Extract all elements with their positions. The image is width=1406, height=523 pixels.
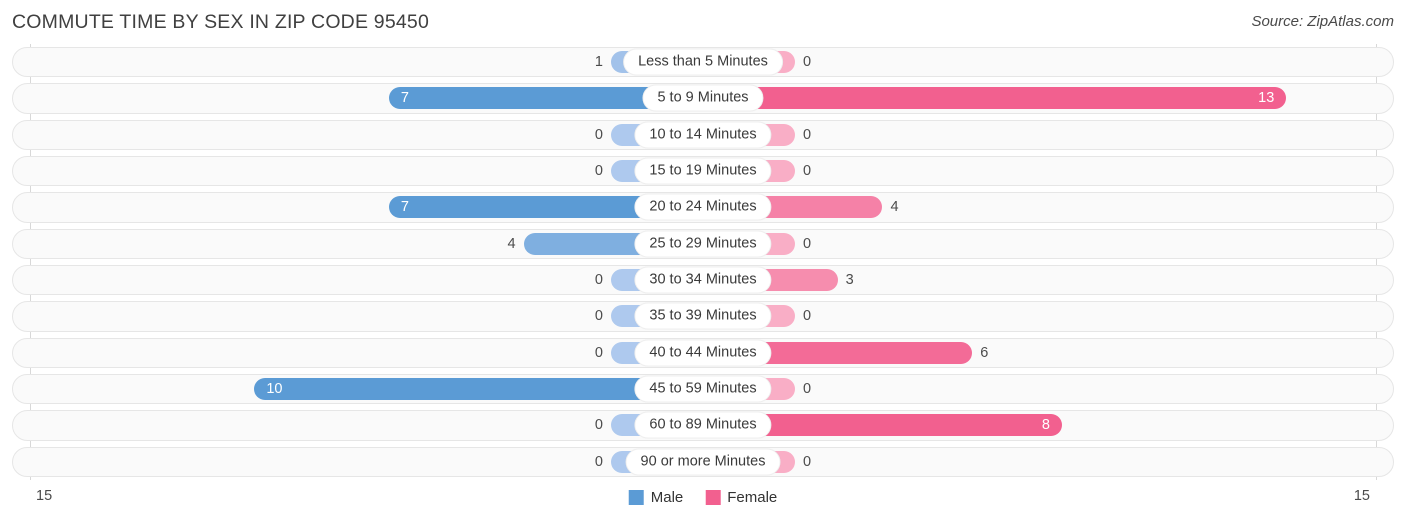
bar-value-male: 0	[594, 308, 603, 325]
bar-value-female: 0	[803, 54, 812, 71]
source-attribution: Source: ZipAtlas.com	[1251, 13, 1394, 30]
bar-row[interactable]: 10 0 45 to 59 Minutes	[0, 371, 1406, 407]
bar-value-male: 0	[594, 344, 603, 361]
bar-row[interactable]: 0 0 35 to 39 Minutes	[0, 298, 1406, 334]
chart-footer: 15 15 Male Female	[0, 480, 1406, 523]
category-label: 30 to 34 Minutes	[634, 266, 772, 294]
legend-item-male[interactable]: Male	[628, 489, 684, 506]
bar-row[interactable]: 1 0 Less than 5 Minutes	[0, 44, 1406, 80]
legend-swatch-female-icon	[705, 490, 721, 505]
category-label: 35 to 39 Minutes	[634, 302, 772, 330]
bar-value-female: 0	[803, 308, 812, 325]
category-label: 5 to 9 Minutes	[642, 84, 764, 112]
bar-row[interactable]: 0 6 40 to 44 Minutes	[0, 335, 1406, 371]
chart-plot-area: 1 0 Less than 5 Minutes 7 13 5 to 9 Minutes 0 0…	[0, 44, 1406, 480]
bar-value-female: 6	[980, 344, 989, 361]
axis-max-left: 15	[36, 488, 53, 504]
category-label: 90 or more Minutes	[625, 448, 781, 476]
category-label: 20 to 24 Minutes	[634, 193, 772, 221]
bar-value-female: 0	[803, 235, 812, 252]
legend-item-female[interactable]: Female	[705, 489, 777, 506]
bar-row[interactable]: 0 3 30 to 34 Minutes	[0, 262, 1406, 298]
legend-swatch-male-icon	[628, 490, 644, 505]
bar-value-male: 0	[594, 272, 603, 289]
bar-row[interactable]: 4 0 25 to 29 Minutes	[0, 226, 1406, 262]
bar-value-male: 0	[594, 163, 603, 180]
bar-value-female: 0	[803, 163, 812, 180]
bar-rows: 1 0 Less than 5 Minutes 7 13 5 to 9 Minutes 0 0…	[0, 44, 1406, 480]
bar-value-female: 13	[1258, 90, 1275, 107]
bar-value-male: 10	[266, 381, 283, 398]
bar-value-female: 8	[1041, 417, 1050, 434]
category-label: 45 to 59 Minutes	[634, 375, 772, 403]
legend-label-female: Female	[727, 489, 778, 506]
bar-female[interactable]	[703, 87, 1287, 110]
bar-value-male: 7	[400, 90, 409, 107]
axis-max-right: 15	[1353, 488, 1370, 504]
category-label: 10 to 14 Minutes	[634, 121, 772, 149]
bar-value-female: 3	[845, 272, 854, 289]
bar-row[interactable]: 0 0 15 to 19 Minutes	[0, 153, 1406, 189]
bar-row[interactable]: 0 8 60 to 89 Minutes	[0, 407, 1406, 443]
chart-header: COMMUTE TIME BY SEX IN ZIP CODE 95450 So…	[0, 0, 1406, 44]
bar-value-male: 4	[507, 235, 516, 252]
category-label: Less than 5 Minutes	[623, 48, 783, 76]
bar-row[interactable]: 0 0 90 or more Minutes	[0, 444, 1406, 480]
bar-value-male: 1	[594, 54, 603, 71]
bar-value-male: 0	[594, 453, 603, 470]
bar-value-male: 0	[594, 126, 603, 143]
chart-legend: Male Female	[628, 489, 777, 506]
category-label: 40 to 44 Minutes	[634, 339, 772, 367]
bar-value-female: 0	[803, 126, 812, 143]
category-label: 60 to 89 Minutes	[634, 411, 772, 439]
bar-row[interactable]: 0 0 10 to 14 Minutes	[0, 117, 1406, 153]
bar-value-male: 7	[400, 199, 409, 216]
bar-row[interactable]: 7 4 20 to 24 Minutes	[0, 189, 1406, 225]
bar-value-female: 4	[890, 199, 899, 216]
bar-value-male: 0	[594, 417, 603, 434]
bar-value-female: 0	[803, 453, 812, 470]
category-label: 25 to 29 Minutes	[634, 230, 772, 258]
legend-label-male: Male	[650, 489, 684, 506]
bar-value-female: 0	[803, 381, 812, 398]
page-title: COMMUTE TIME BY SEX IN ZIP CODE 95450	[12, 11, 430, 33]
category-label: 15 to 19 Minutes	[634, 157, 772, 185]
bar-row[interactable]: 7 13 5 to 9 Minutes	[0, 80, 1406, 116]
